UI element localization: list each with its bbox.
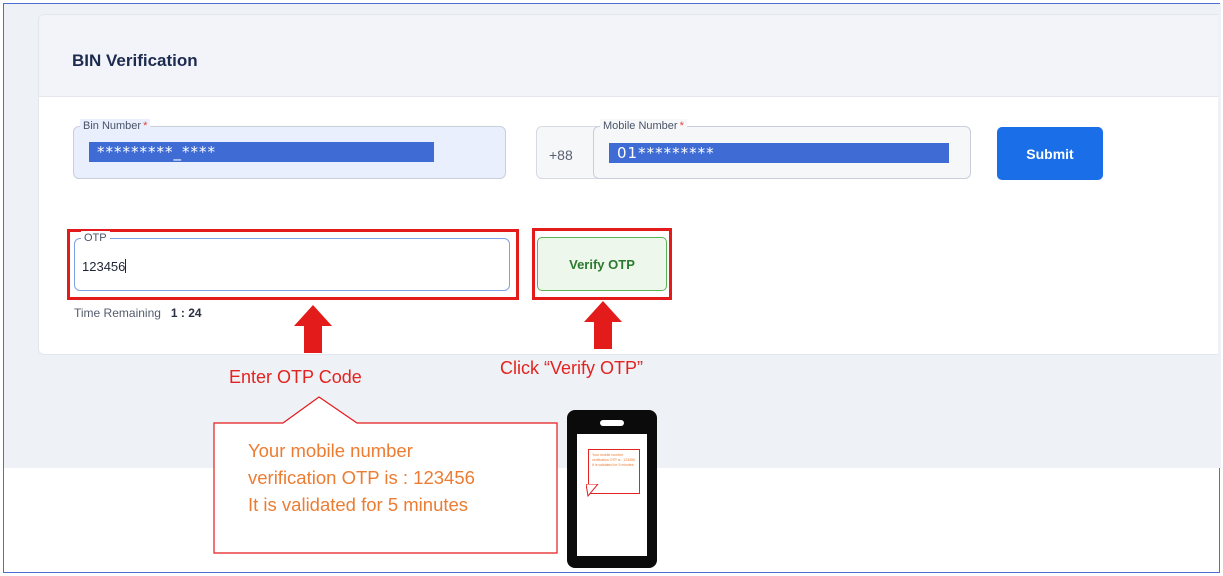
mobile-phone-icon: Your mobile number verification OTP is :… (567, 410, 657, 568)
sms-line: Your mobile number (248, 440, 413, 461)
bin-verification-card: BIN Verification (38, 14, 1218, 355)
mobile-number-value: 01********* (609, 143, 949, 163)
sms-bubble-tail (586, 484, 599, 498)
text-caret (125, 259, 127, 273)
bin-number-label-text: Bin Number (83, 120, 142, 132)
mobile-number-label-text: Mobile Number (603, 120, 678, 132)
bin-number-value: *********_**** (89, 142, 434, 162)
sms-message-text: Your mobile number verification OTP is :… (248, 437, 548, 518)
sms-line: verification OTP is : 123456 (248, 467, 475, 488)
phone-speaker (600, 420, 624, 426)
phone-sms-line: It is validated for 5 minutes (592, 463, 634, 467)
submit-button[interactable]: Submit (997, 127, 1103, 180)
up-arrow-icon (294, 305, 332, 353)
card-header: BIN Verification (39, 15, 1218, 97)
click-verify-caption: Click “Verify OTP” (500, 358, 644, 378)
bin-number-field[interactable]: Bin Number * *********_**** (73, 119, 506, 179)
mobile-number-label: Mobile Number * (600, 119, 687, 133)
bin-number-label: Bin Number * (80, 119, 151, 133)
required-mark: * (679, 120, 684, 132)
time-remaining-label: Time Remaining (74, 306, 161, 320)
card-title: BIN Verification (72, 51, 198, 70)
time-remaining-value: 1 : 24 (170, 306, 202, 320)
enter-otp-caption: Enter OTP Code (229, 367, 362, 387)
otp-input[interactable]: OTP 123456 (74, 231, 510, 291)
sms-line: It is validated for 5 minutes (248, 494, 469, 515)
country-code: +88 (549, 147, 573, 163)
otp-value: 123456 (82, 259, 127, 274)
otp-value-text: 123456 (82, 259, 126, 274)
up-arrow-icon (584, 301, 622, 349)
otp-label: OTP (81, 231, 110, 245)
required-mark: * (143, 120, 148, 132)
mobile-number-field[interactable]: Mobile Number * 01********* (593, 119, 971, 179)
verify-otp-button[interactable]: Verify OTP (537, 237, 667, 291)
time-remaining: Time Remaining 1 : 24 (74, 306, 202, 320)
mobile-number-group: +88 Mobile Number * 01********* (536, 119, 971, 179)
